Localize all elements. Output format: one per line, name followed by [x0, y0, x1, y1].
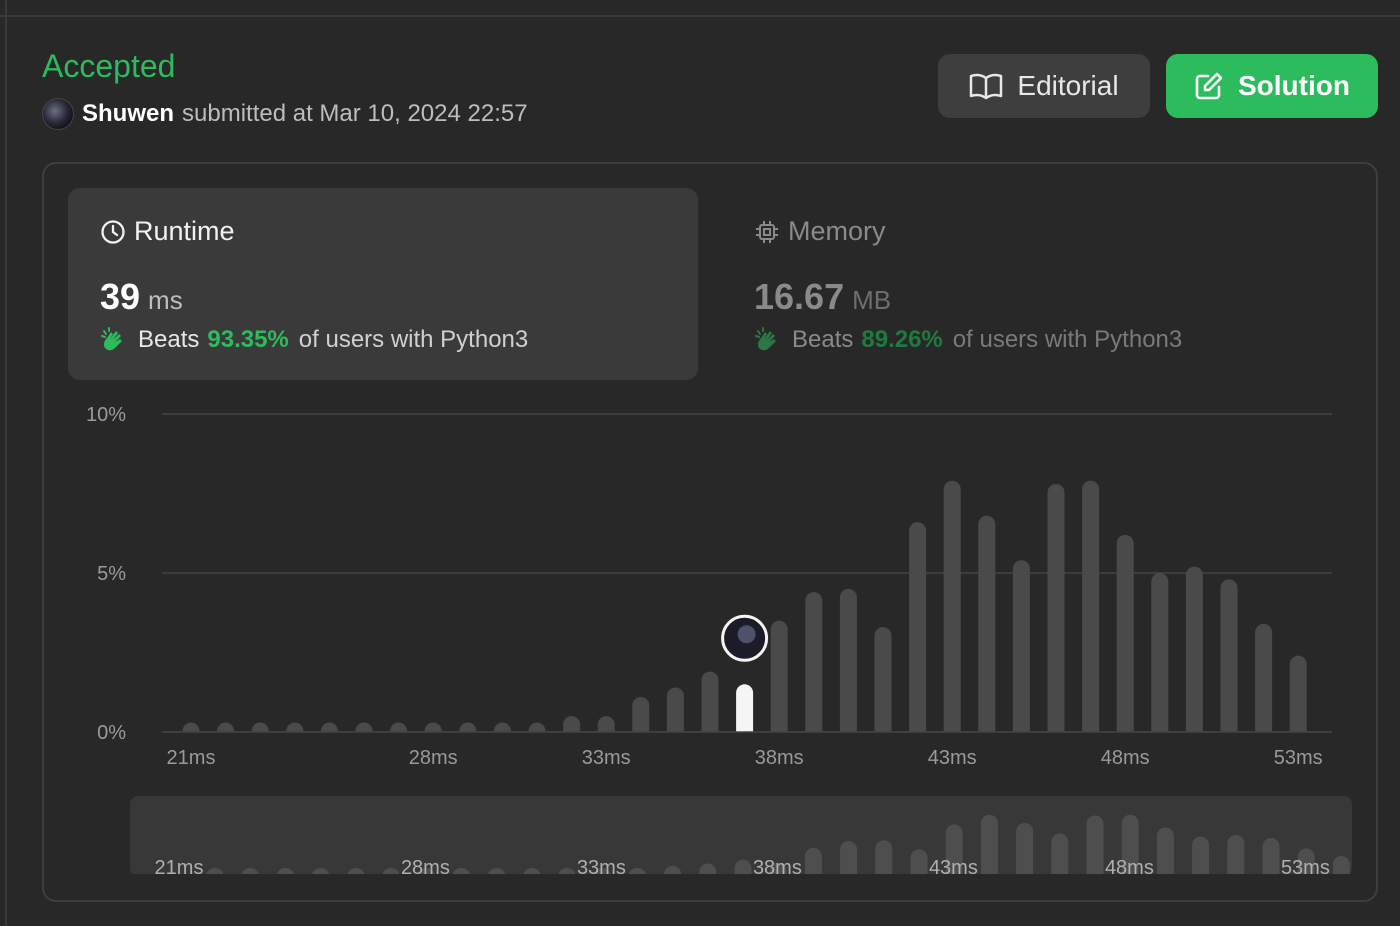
chart-bar: [1047, 483, 1065, 741]
overview-mask: [130, 874, 1352, 888]
overview-bar: [1086, 815, 1104, 883]
chart-bar: [1012, 560, 1030, 741]
overview-bar: [980, 814, 998, 883]
chart-bar: [839, 588, 857, 741]
overview-tick-label: 21ms: [155, 857, 204, 879]
x-tick-label: 43ms: [928, 747, 977, 769]
overview-bar: [1016, 823, 1034, 883]
runtime-distribution-chart[interactable]: 0% 5% 10% 21ms 28ms 33ms 38ms 43ms 48ms 53ms 21ms 2…: [0, 0, 1400, 926]
bar-baseline-mask: [162, 732, 1332, 746]
chart-bar: [943, 480, 961, 741]
chart-bar: [978, 515, 996, 741]
overview-tick-label: 43ms: [929, 857, 978, 879]
chart-bar: [770, 620, 788, 741]
chart-bar: [909, 522, 927, 741]
x-tick-label: 48ms: [1101, 747, 1150, 769]
y-tick-label: 10%: [86, 404, 126, 426]
chart-bar: [1116, 534, 1134, 741]
chart-bar: [1220, 579, 1238, 741]
chart-bar: [874, 627, 892, 741]
overview-tick-label: 28ms: [401, 857, 450, 879]
chart-bar: [1082, 480, 1100, 741]
overview-tick-label: 48ms: [1105, 857, 1154, 879]
chart-bar: [701, 671, 719, 741]
y-tick-label: 5%: [97, 563, 126, 585]
avatar-marker-detail: [737, 625, 756, 644]
y-tick-label: 0%: [97, 722, 126, 744]
chart-bar: [1151, 573, 1169, 741]
overview-tick-label: 33ms: [577, 857, 626, 879]
x-tick-label: 28ms: [409, 747, 458, 769]
chart-bar: [1185, 566, 1203, 741]
chart-bar: [805, 592, 823, 741]
x-tick-label: 33ms: [582, 747, 631, 769]
overview-tick-label: 53ms: [1281, 857, 1330, 879]
chart-bar: [1255, 623, 1273, 741]
overview-tick-label: 38ms: [753, 857, 802, 879]
x-tick-label: 21ms: [167, 747, 216, 769]
x-tick-label: 38ms: [755, 747, 804, 769]
chart-bar: [1289, 655, 1307, 741]
x-tick-label: 53ms: [1274, 747, 1323, 769]
